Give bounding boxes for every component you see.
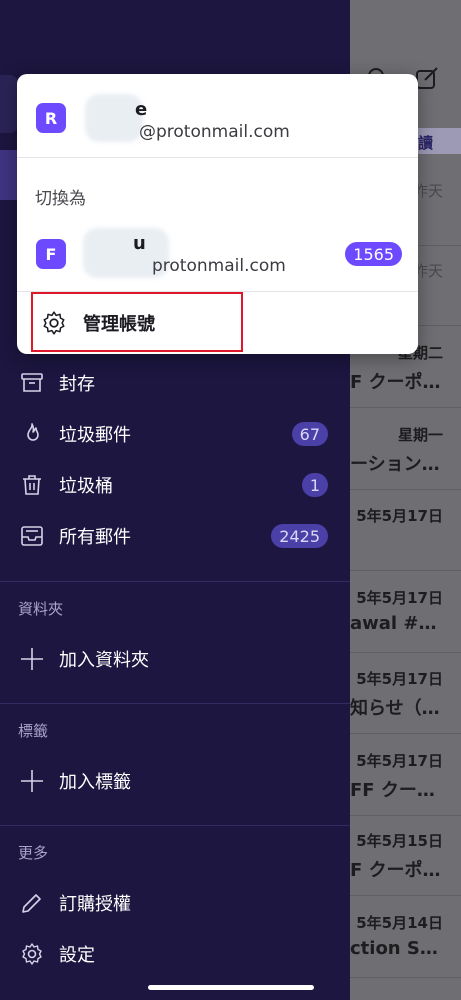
message-date: 5年5月17日 — [356, 670, 443, 688]
archive-icon — [20, 371, 44, 395]
sidebar-item-all-mail[interactable]: 所有郵件 2425 — [0, 511, 350, 561]
unread-count-badge: 1565 — [345, 242, 402, 266]
message-row[interactable]: 5年5月17日 FF クー… — [350, 740, 461, 816]
add-folder-label: 加入資料夾 — [59, 650, 149, 671]
sidebar-item-label: 設定 — [59, 945, 95, 966]
message-subject: FF クー… — [350, 780, 435, 801]
flame-icon — [20, 422, 44, 446]
avatar: R — [36, 103, 66, 133]
account-name: u — [133, 233, 146, 254]
add-label-label: 加入標籤 — [59, 772, 131, 793]
gear-icon — [20, 942, 44, 966]
account-switcher-stub[interactable] — [0, 75, 18, 133]
message-date: 5年5月17日 — [356, 507, 443, 525]
message-date: 5年5月17日 — [356, 589, 443, 607]
plus-icon — [20, 647, 44, 671]
sidebar-item-label: 封存 — [59, 374, 95, 395]
message-row[interactable]: 5年5月17日 — [350, 495, 461, 571]
message-date: 5年5月14日 — [356, 914, 443, 932]
sidebar-item-trash[interactable]: 垃圾桶 1 — [0, 460, 350, 510]
sidebar-item-subscription[interactable]: 訂購授權 — [0, 878, 350, 928]
manage-accounts-label: 管理帳號 — [83, 314, 155, 335]
message-subject: 知らせ（… — [350, 698, 440, 719]
avatar: F — [36, 239, 66, 269]
add-folder-button[interactable]: 加入資料夾 — [0, 634, 350, 684]
unread-count-badge: 2425 — [271, 524, 328, 548]
sidebar-item-label: 垃圾桶 — [59, 476, 113, 497]
gear-icon — [41, 310, 67, 340]
message-date: 5年5月15日 — [356, 832, 443, 850]
add-label-button[interactable]: 加入標籤 — [0, 756, 350, 806]
message-row[interactable]: 5年5月15日 F クーポ… — [350, 820, 461, 896]
section-title-more: 更多 — [18, 844, 49, 862]
account-email: protonmail.com — [152, 256, 286, 276]
account-email: @protonmail.com — [139, 122, 290, 142]
switch-to-label: 切換為 — [35, 189, 86, 209]
unread-count-badge: 67 — [291, 422, 328, 446]
unread-count-badge: 1 — [301, 473, 328, 497]
sidebar-item-label: 所有郵件 — [59, 527, 131, 548]
account-name: e — [135, 99, 148, 120]
divider — [0, 581, 350, 582]
message-subject: ーション… — [350, 454, 440, 475]
manage-accounts-button[interactable]: 管理帳號 — [31, 292, 243, 352]
message-date: 星期一 — [397, 426, 443, 444]
message-subject: ction S… — [350, 938, 438, 959]
account-switcher-popup: R e @protonmail.com 切換為 F u protonmail.c… — [17, 74, 418, 354]
sidebar-item-label: 訂購授權 — [59, 894, 131, 915]
divider — [17, 157, 418, 158]
section-title-labels: 標籤 — [18, 722, 49, 740]
message-row[interactable]: 5年5月17日 知らせ（… — [350, 658, 461, 734]
message-date: 5年5月17日 — [356, 752, 443, 770]
message-subject: F クーポ… — [350, 860, 441, 881]
message-row[interactable]: 5年5月14日 ction S… — [350, 902, 461, 978]
sidebar-item-label: 垃圾郵件 — [59, 425, 131, 446]
divider — [0, 703, 350, 704]
trash-icon — [20, 473, 44, 497]
sidebar-item-spam[interactable]: 垃圾郵件 67 — [0, 409, 350, 459]
sidebar-item-settings[interactable]: 設定 — [0, 929, 350, 979]
inbox-icon — [20, 524, 44, 548]
plus-icon — [20, 769, 44, 793]
pencil-icon — [20, 891, 44, 915]
section-title-folders: 資料夾 — [18, 600, 64, 618]
sidebar-item-archive[interactable]: 封存 — [0, 358, 350, 408]
message-subject: awal #… — [350, 613, 437, 634]
message-subject: F クーポ… — [350, 372, 441, 393]
divider — [0, 825, 350, 826]
home-indicator[interactable] — [148, 985, 314, 990]
message-row[interactable]: 星期一 ーション… — [350, 414, 461, 490]
message-row[interactable]: 5年5月17日 awal #… — [350, 577, 461, 653]
